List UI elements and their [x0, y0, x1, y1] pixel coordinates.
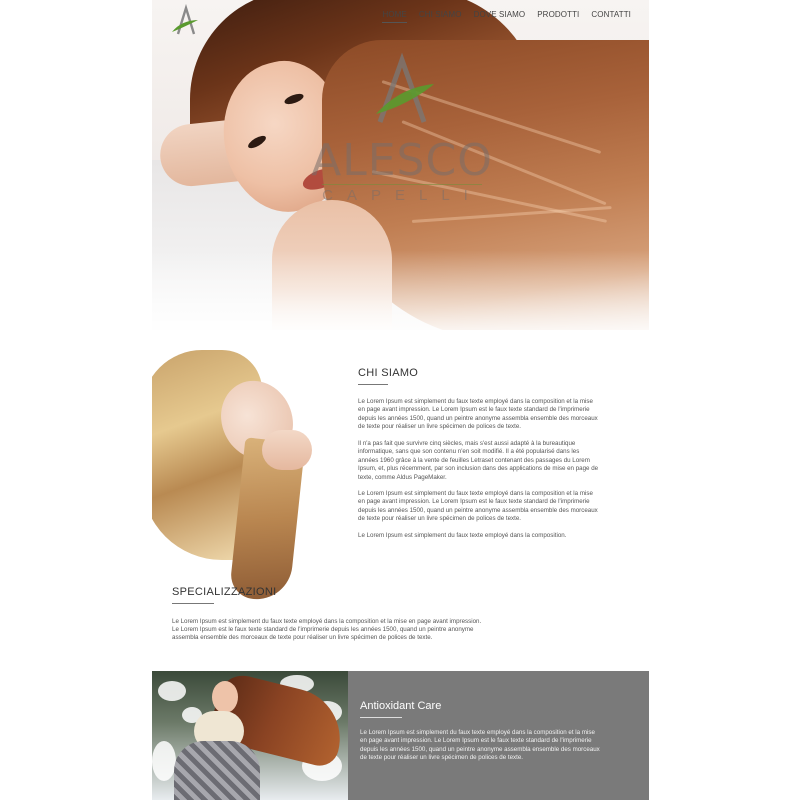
about-paragraph-2: Il n'a pas fait que survivre cinq siècle… [358, 440, 599, 481]
specs-title-rule [172, 603, 214, 604]
about-title-rule [358, 384, 388, 385]
antioxidant-panel: Antioxidant Care Le Lorem Ipsum est simp… [348, 671, 649, 800]
brand-name: ALESCO [311, 135, 493, 186]
antioxidant-face [212, 681, 238, 713]
antioxidant-image [152, 671, 348, 800]
specs-line-3: assembla ensemble des morceaux de texte … [172, 634, 433, 641]
nav-item-contatti[interactable]: CONTATTI [591, 10, 631, 23]
about-paragraph-4: Le Lorem Ipsum est simplement du faux te… [358, 532, 567, 539]
nav-item-home[interactable]: HOME [382, 10, 408, 23]
specs-title: SPECIALIZZAZIONI [172, 586, 277, 598]
brand-subtitle: CAPELLI [322, 187, 482, 204]
snow [158, 681, 186, 701]
main-nav: HOME CHI SIAMO DOVE SIAMO PRODOTTI CONTA… [370, 10, 631, 23]
brand-divider [322, 184, 482, 185]
hero-fade [152, 250, 649, 330]
about-title: CHI SIAMO [358, 367, 419, 379]
about-hand [262, 430, 312, 470]
nav-item-chi-siamo[interactable]: CHI SIAMO [419, 10, 462, 23]
about-paragraph-3: Le Lorem Ipsum est simplement du faux te… [358, 490, 598, 523]
about-image [152, 345, 322, 610]
antioxidant-title: Antioxidant Care [360, 700, 442, 712]
about-paragraph-1: Le Lorem Ipsum est simplement du faux te… [358, 398, 598, 431]
antioxidant-title-rule [360, 717, 402, 718]
nav-item-dove-siamo[interactable]: DOVE SIAMO [474, 10, 526, 23]
antioxidant-paragraph: Le Lorem Ipsum est simplement du faux te… [360, 729, 600, 762]
nav-item-prodotti[interactable]: PRODOTTI [537, 10, 579, 23]
hero-banner: HOME CHI SIAMO DOVE SIAMO PRODOTTI CONTA… [152, 0, 649, 330]
snow [152, 741, 176, 781]
antioxidant-coat [174, 741, 260, 800]
page: HOME CHI SIAMO DOVE SIAMO PRODOTTI CONTA… [152, 0, 649, 800]
site-logo-icon[interactable] [170, 4, 200, 38]
